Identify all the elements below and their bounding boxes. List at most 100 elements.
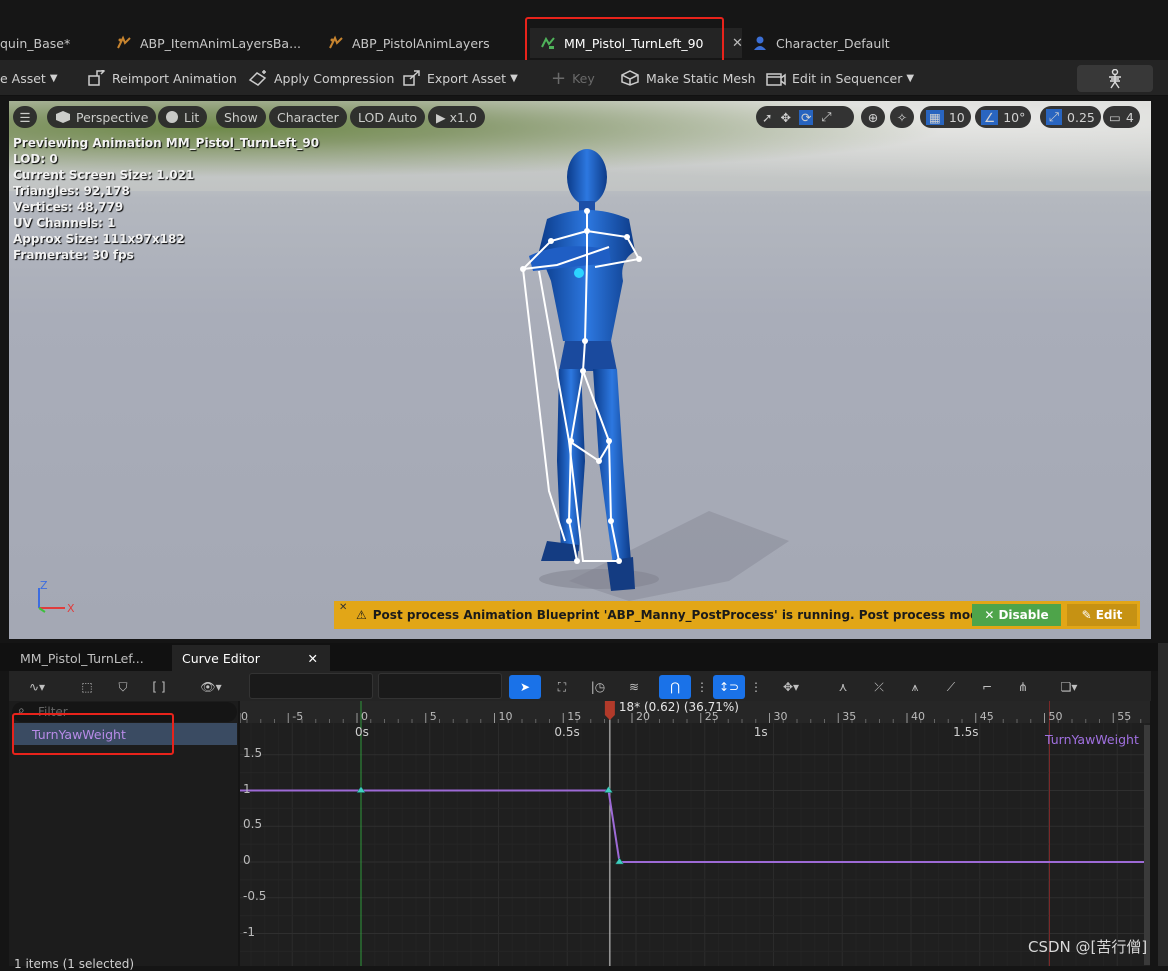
- retime-icon: |◷: [590, 680, 606, 694]
- multi-scale-tool-button[interactable]: ≋: [622, 675, 646, 699]
- lit-mode-button[interactable]: Lit: [158, 106, 208, 128]
- panel-scrollbar[interactable]: [1158, 643, 1168, 966]
- tab-abp-itemanimlayers[interactable]: ABP_ItemAnimLayersBa...: [116, 28, 316, 58]
- value-axis-label: -0.5: [243, 888, 267, 903]
- viewport-menu-button[interactable]: ☰: [13, 106, 37, 128]
- perspective-label: Perspective: [76, 109, 149, 125]
- dismiss-warning-icon[interactable]: ✕: [339, 602, 347, 613]
- edit-in-sequencer-button[interactable]: Edit in Sequencer ▼: [766, 66, 914, 90]
- time-label: 1s: [753, 725, 768, 739]
- export-icon: [403, 70, 420, 86]
- pencil-icon: ✎: [1081, 608, 1092, 622]
- ruler-tick-label: 45: [979, 710, 994, 723]
- tab-character-default[interactable]: Character_Default: [752, 28, 952, 58]
- apply-compression-label: Apply Compression: [274, 70, 395, 86]
- lod-button[interactable]: LOD Auto: [350, 106, 425, 128]
- break-tangent-button[interactable]: ⩚: [903, 675, 927, 699]
- axis-snap-button[interactable]: ✥▾: [771, 675, 811, 699]
- apply-compression-button[interactable]: Apply Compression: [248, 66, 394, 90]
- visibility-button[interactable]: 👁▾: [191, 675, 231, 699]
- highlight-box: [12, 713, 174, 755]
- close-tab-icon[interactable]: ✕: [308, 651, 318, 666]
- local-space-button[interactable]: ⊕: [861, 106, 885, 128]
- chevron-down-icon: ▼: [49, 72, 58, 84]
- flatten-tangent-button[interactable]: ⋔: [1011, 675, 1035, 699]
- rotate-tool-icon[interactable]: ⟳: [798, 109, 814, 125]
- tab-asset-details[interactable]: MM_Pistol_TurnLef...: [10, 645, 170, 671]
- save-asset-button[interactable]: e Asset ▼: [0, 66, 58, 90]
- time-label: 0s: [355, 725, 369, 739]
- curve-options-button[interactable]: ❏▾: [1049, 675, 1089, 699]
- show-button[interactable]: Show: [216, 106, 266, 128]
- disable-label: Disable: [998, 608, 1049, 622]
- kebab-icon: ⋮: [750, 680, 762, 694]
- auto-tangent-button[interactable]: ⋏: [831, 675, 855, 699]
- frame-icon: ⬚: [81, 680, 93, 694]
- layers-icon: ❏▾: [1060, 680, 1078, 694]
- chevron-down-icon: ▼: [510, 72, 518, 84]
- camera-speed-button[interactable]: ▭ 4: [1103, 106, 1140, 128]
- make-static-mesh-button[interactable]: Make Static Mesh: [620, 66, 756, 90]
- export-asset-button[interactable]: Export Asset ▼: [403, 66, 518, 90]
- transform-tool-button[interactable]: ⛶: [550, 675, 574, 699]
- value-axis-label: 0.5: [243, 817, 263, 832]
- rotation-snap-button[interactable]: ∠ 10°: [975, 106, 1032, 128]
- edit-label: Edit: [1095, 608, 1123, 622]
- key-value-field[interactable]: [378, 673, 502, 699]
- linear-tangent-button[interactable]: ⟋: [939, 675, 963, 699]
- zoom-fit-button[interactable]: [ ]: [147, 675, 171, 699]
- curve-graph[interactable]: 0 -5 0 5 10 15 20 25 30 35 40 45 50 55 0s 0.5s 1s 1.5s 1.5…: [240, 701, 1150, 966]
- ruler-tick-label: 40: [911, 710, 925, 723]
- key-time-field[interactable]: [249, 673, 373, 699]
- tab-abp-pistolanimlayers[interactable]: ABP_PistolAnimLayers: [328, 28, 518, 58]
- tangent-flatten-icon: ⋔: [1017, 680, 1029, 694]
- magnet-icon: ⋂: [670, 680, 680, 694]
- constant-tangent-button[interactable]: ⌐: [975, 675, 999, 699]
- move-arrows-icon: ✥▾: [782, 680, 800, 694]
- axis-x-label: X: [67, 602, 75, 615]
- playback-speed-button[interactable]: ▶ x1.0: [428, 106, 485, 128]
- curve-tree-panel: ⌕ Filter TurnYawWeight 1 items (1 select…: [9, 701, 238, 971]
- chevron-down-icon: ▼: [906, 72, 915, 84]
- scale-snap-button[interactable]: ⤢ 0.25: [1040, 106, 1101, 128]
- skeleton-tree-button[interactable]: [1077, 65, 1153, 92]
- playhead-label: 18* (0.62) (36.71%): [618, 701, 739, 714]
- frame-all-button[interactable]: ⛉: [111, 675, 135, 699]
- character-button[interactable]: Character: [269, 106, 347, 128]
- tangent-auto-icon: ⋏: [838, 680, 848, 694]
- ruler-tick-label: 35: [842, 710, 857, 723]
- tab-quin-base[interactable]: quin_Base*: [0, 28, 90, 58]
- edit-post-process-button[interactable]: ✎ Edit: [1067, 604, 1137, 626]
- snap-time-button[interactable]: ⋂: [659, 675, 691, 699]
- anim-blueprint-icon: [116, 35, 132, 51]
- grid-snap-value: 10: [948, 109, 965, 125]
- tab-label: MM_Pistol_TurnLef...: [20, 650, 144, 666]
- tab-curve-editor[interactable]: Curve Editor ✕: [172, 645, 330, 671]
- frame-selection-button[interactable]: ⬚: [75, 675, 99, 699]
- translate-tool-icon[interactable]: ✥: [780, 110, 790, 125]
- stat-line: Framerate: 30 fps: [13, 248, 134, 262]
- compression-icon: [248, 70, 267, 86]
- perspective-button[interactable]: Perspective: [47, 106, 157, 128]
- reimport-animation-button[interactable]: Reimport Animation: [88, 66, 237, 90]
- preview-viewport[interactable]: ☰ Perspective Lit Show Character LOD Aut…: [9, 101, 1151, 639]
- curve-view-mode-button[interactable]: ∿▾: [17, 675, 57, 699]
- snap-value-button[interactable]: ↕⊃: [713, 675, 745, 699]
- grid-snap-button[interactable]: ▦ 10: [920, 106, 971, 128]
- scale-tool-icon[interactable]: ⤢: [821, 109, 831, 125]
- surface-snap-button[interactable]: ✧: [890, 106, 914, 128]
- key-label: Key: [572, 70, 595, 86]
- disable-post-process-button[interactable]: ✕ Disable: [972, 604, 1061, 626]
- tab-label: Character_Default: [776, 35, 890, 51]
- highlight-box: [525, 17, 724, 64]
- retime-tool-button[interactable]: |◷: [586, 675, 610, 699]
- snap-time-options[interactable]: ⋮: [696, 675, 708, 699]
- close-tab-icon[interactable]: ✕: [732, 36, 743, 51]
- ruler-tick-label: 55: [1117, 710, 1132, 723]
- add-key-button[interactable]: + Key: [551, 66, 595, 90]
- user-tangent-button[interactable]: ⤫: [867, 675, 891, 699]
- snap-value-options[interactable]: ⋮: [750, 675, 762, 699]
- scale-snap-value: 0.25: [1067, 109, 1095, 125]
- select-tool-button[interactable]: ➤: [509, 675, 541, 699]
- select-tool-icon[interactable]: ➚: [762, 110, 772, 125]
